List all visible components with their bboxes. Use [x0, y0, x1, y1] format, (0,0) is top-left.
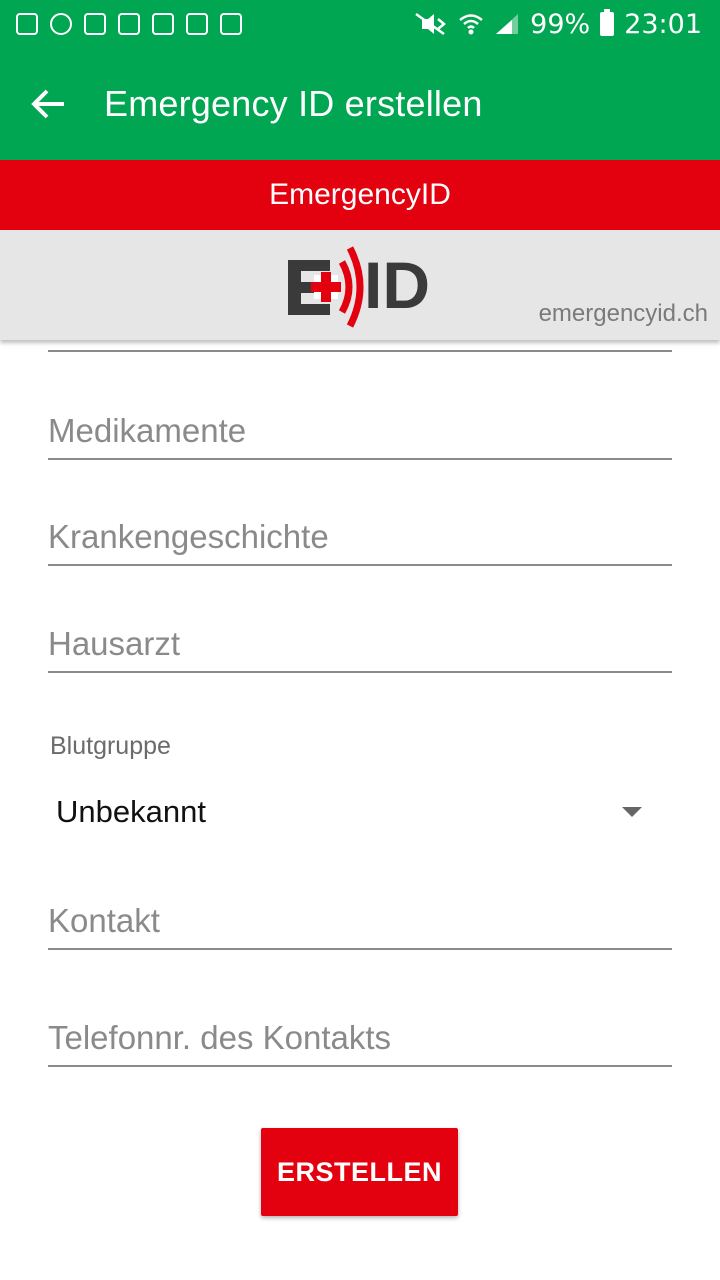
medication-label: Medikamente — [48, 412, 247, 449]
logo: ID — [284, 240, 430, 330]
logo-e-plus-icon — [288, 246, 364, 328]
notification-icons — [16, 13, 242, 35]
logo-text: ID — [364, 248, 430, 322]
image-icon — [16, 13, 38, 35]
dropdown-arrow-icon — [622, 807, 642, 817]
gmail-icon — [84, 13, 106, 35]
contact-phone-field[interactable]: Telefonnr. des Kontakts — [48, 1007, 672, 1067]
contact-label: Kontakt — [48, 902, 160, 939]
brand-banner: EmergencyID — [0, 160, 720, 230]
blood-group-select[interactable]: Unbekannt — [48, 780, 672, 844]
create-button[interactable]: ERSTELLEN — [261, 1128, 458, 1216]
mute-icon — [415, 12, 447, 36]
family-doctor-label: Hausarzt — [48, 625, 181, 662]
logo-website: emergencyid.ch — [538, 300, 708, 327]
family-doctor-field[interactable]: Hausarzt — [48, 613, 672, 673]
arrow-left-icon — [31, 89, 64, 119]
blood-group-label: Blutgruppe — [50, 732, 171, 760]
email-icon — [118, 13, 140, 35]
wifi-icon — [459, 14, 483, 35]
clipped-field[interactable] — [48, 340, 672, 352]
contact-phone-label: Telefonnr. des Kontakts — [48, 1019, 392, 1056]
medical-history-field[interactable]: Krankengeschichte — [48, 506, 672, 566]
battery-percent: 99% — [530, 8, 591, 40]
status-bar: 99% 23:01 — [0, 0, 720, 48]
contact-field[interactable]: Kontakt — [48, 890, 672, 950]
blood-group-value: Unbekannt — [56, 794, 206, 829]
medical-history-label: Krankengeschichte — [48, 518, 329, 555]
medication-field[interactable]: Medikamente — [48, 400, 672, 460]
signal-icon — [496, 14, 519, 34]
page-title: Emergency ID erstellen — [104, 83, 483, 124]
create-form: Medikamente Krankengeschichte Hausarzt B… — [0, 340, 720, 1280]
clock: 23:01 — [624, 8, 702, 40]
clipboard-check-icon — [220, 13, 242, 35]
sync-icon — [50, 13, 72, 35]
galaxy-icon — [152, 13, 174, 35]
galaxy-icon — [186, 13, 208, 35]
logo-bar: ID emergencyid.ch — [0, 230, 720, 340]
system-icons: 99% 23:01 — [412, 9, 702, 40]
back-button[interactable] — [0, 48, 96, 160]
battery-icon — [600, 9, 615, 36]
app-bar: Emergency ID erstellen — [0, 48, 720, 160]
